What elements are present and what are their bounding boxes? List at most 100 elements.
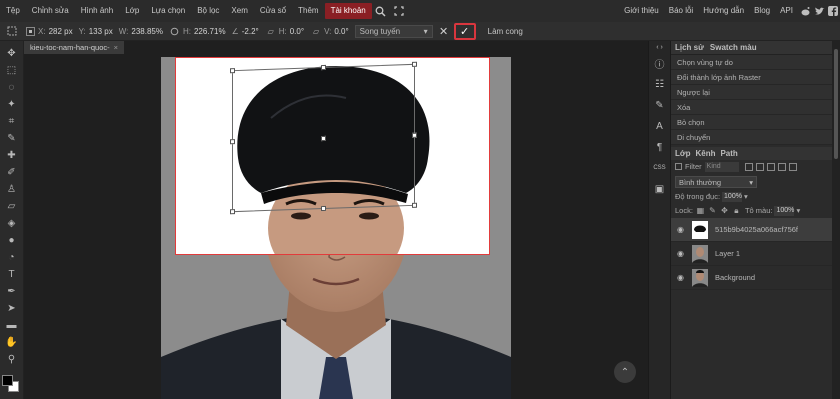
history-item[interactable]: Di chuyển <box>671 130 832 145</box>
interpolation-select[interactable]: Song tuyến ▾ <box>354 24 433 38</box>
layer-row[interactable]: ◉ Layer 1 <box>671 242 832 266</box>
filter-pixel-icon[interactable] <box>744 162 753 171</box>
close-icon[interactable]: × <box>114 43 118 52</box>
marquee-tool-icon[interactable]: ⬚ <box>3 62 21 78</box>
brush-tool-icon[interactable]: ✐ <box>3 164 21 180</box>
scrollbar-thumb[interactable] <box>834 49 838 159</box>
link-icon[interactable] <box>169 25 181 37</box>
history-item[interactable]: Xóa <box>671 100 832 115</box>
eye-icon[interactable]: ◉ <box>677 249 687 258</box>
layer-name[interactable]: Layer 1 <box>715 249 740 258</box>
blend-mode-select[interactable]: Bình thường ▾ <box>675 176 757 188</box>
kind-select[interactable]: Kind <box>704 161 739 172</box>
filter-text-icon[interactable] <box>766 162 775 171</box>
tab-channels[interactable]: Kênh <box>695 149 715 158</box>
healing-tool-icon[interactable]: ✚ <box>3 147 21 163</box>
skew-h-value[interactable]: 0.0° <box>290 27 304 36</box>
warp-button[interactable]: Làm cong <box>488 27 523 36</box>
skew-v-field[interactable]: V: 0.0° <box>324 27 349 36</box>
dodge-tool-icon[interactable]: ◔ <box>3 249 21 265</box>
lasso-tool-icon[interactable]: ◌ <box>3 79 21 95</box>
tab-paths[interactable]: Path <box>720 149 737 158</box>
history-item[interactable]: Bỏ chọn <box>671 115 832 130</box>
search-icon[interactable] <box>372 3 390 19</box>
scroll-top-button[interactable]: ⌃ <box>614 361 636 383</box>
link-about[interactable]: Giới thiệu <box>619 3 664 19</box>
chevron-down-icon[interactable]: ▾ <box>744 192 748 201</box>
transform-handle-bottom[interactable] <box>321 205 326 212</box>
cancel-transform-button[interactable]: ✕ <box>437 24 451 38</box>
transform-handle-center[interactable] <box>321 135 326 142</box>
link-blog[interactable]: Blog <box>749 3 775 19</box>
image-icon[interactable]: ▣ <box>651 180 669 198</box>
blur-tool-icon[interactable]: ● <box>3 232 21 248</box>
history-item[interactable]: Ngược lại <box>671 85 832 100</box>
menu-image[interactable]: Hình ảnh <box>75 3 119 19</box>
w-value[interactable]: 238.85% <box>131 27 163 36</box>
css-icon[interactable]: CSS <box>651 159 669 177</box>
menu-layer[interactable]: Lớp <box>119 3 145 19</box>
transform-handle-top[interactable] <box>321 64 326 71</box>
skew-h-field[interactable]: H: 0.0° <box>279 27 304 36</box>
link-report-bug[interactable]: Báo lỗi <box>664 3 698 19</box>
lock-position-icon[interactable]: ✥ <box>720 206 729 215</box>
magic-wand-tool-icon[interactable]: ✦ <box>3 96 21 112</box>
lock-paint-icon[interactable]: ✎ <box>708 206 717 215</box>
type-tool-icon[interactable]: T <box>3 266 21 282</box>
history-item[interactable]: Chọn vùng tự do <box>671 55 832 70</box>
menu-edit[interactable]: Chỉnh sửa <box>26 3 75 19</box>
filter-shape-icon[interactable] <box>777 162 786 171</box>
pen-tool-icon[interactable]: ✒ <box>3 283 21 299</box>
opacity-input[interactable]: 100% <box>722 191 743 202</box>
reddit-icon[interactable] <box>798 4 812 18</box>
info-icon[interactable]: ⓘ <box>651 54 669 72</box>
foreground-color[interactable] <box>2 375 13 386</box>
menu-view[interactable]: Xem <box>225 3 253 19</box>
menu-more[interactable]: Thêm <box>292 3 324 19</box>
angle-value[interactable]: -2.2° <box>242 27 259 36</box>
panel-scrollbar[interactable] <box>832 41 840 399</box>
color-swatch[interactable] <box>2 375 20 393</box>
skew-v-value[interactable]: 0.0° <box>334 27 348 36</box>
transform-handle-top-right[interactable] <box>412 61 417 67</box>
height-field[interactable]: H: 226.71% <box>183 27 226 36</box>
x-field[interactable]: X: 282 px <box>38 27 73 36</box>
angle-field[interactable]: ∠ -2.2° <box>232 27 259 36</box>
layer-name[interactable]: 515b9b4025a066acf756f <box>715 225 798 234</box>
layer-row[interactable]: ◉ 515b9b4025a066acf756f <box>671 218 832 242</box>
lock-all-icon[interactable]: 🔒︎ <box>732 206 741 215</box>
shape-tool-icon[interactable]: ▬ <box>3 317 21 333</box>
transform-handle-right[interactable] <box>412 132 417 138</box>
filter-smart-icon[interactable] <box>788 162 797 171</box>
h-value[interactable]: 226.71% <box>194 27 226 36</box>
move-tool-icon[interactable]: ✥ <box>3 45 21 61</box>
menu-select[interactable]: Lựa chọn <box>145 3 191 19</box>
x-value[interactable]: 282 px <box>49 27 73 36</box>
hand-tool-icon[interactable]: ✋ <box>3 334 21 350</box>
link-api[interactable]: API <box>775 3 798 19</box>
character-icon[interactable]: A <box>651 117 669 135</box>
transform-handle-bottom-right[interactable] <box>412 202 417 208</box>
layer-row[interactable]: ◉ Background <box>671 266 832 290</box>
filter-adjust-icon[interactable] <box>755 162 764 171</box>
layer-name[interactable]: Background <box>715 273 755 282</box>
document-tab[interactable]: kieu-toc-nam-han-quoc- × <box>24 41 125 54</box>
fullscreen-icon[interactable] <box>390 3 408 19</box>
sliders-icon[interactable]: ☷ <box>651 75 669 93</box>
eraser-tool-icon[interactable]: ▱ <box>3 198 21 214</box>
anchor-icon[interactable] <box>24 25 36 37</box>
tab-swatches[interactable]: Swatch màu <box>710 43 757 52</box>
crop-tool-icon[interactable]: ⌗ <box>3 113 21 129</box>
twitter-icon[interactable] <box>812 4 826 18</box>
history-item[interactable]: Đổi thành lớp ảnh Raster <box>671 70 832 85</box>
collapse-arrows-icon[interactable]: ‹ › <box>651 43 669 51</box>
clone-stamp-tool-icon[interactable]: ♙ <box>3 181 21 197</box>
transform-handle-bottom-left[interactable] <box>230 209 235 215</box>
eye-icon[interactable]: ◉ <box>677 225 687 234</box>
facebook-icon[interactable] <box>826 4 840 18</box>
lock-transparency-icon[interactable]: ▦ <box>696 206 705 215</box>
menu-filter[interactable]: Bộ lọc <box>191 3 225 19</box>
tab-history[interactable]: Lịch sử <box>675 43 704 52</box>
eye-icon[interactable]: ◉ <box>677 273 687 282</box>
eyedropper-tool-icon[interactable]: ✎ <box>3 130 21 146</box>
